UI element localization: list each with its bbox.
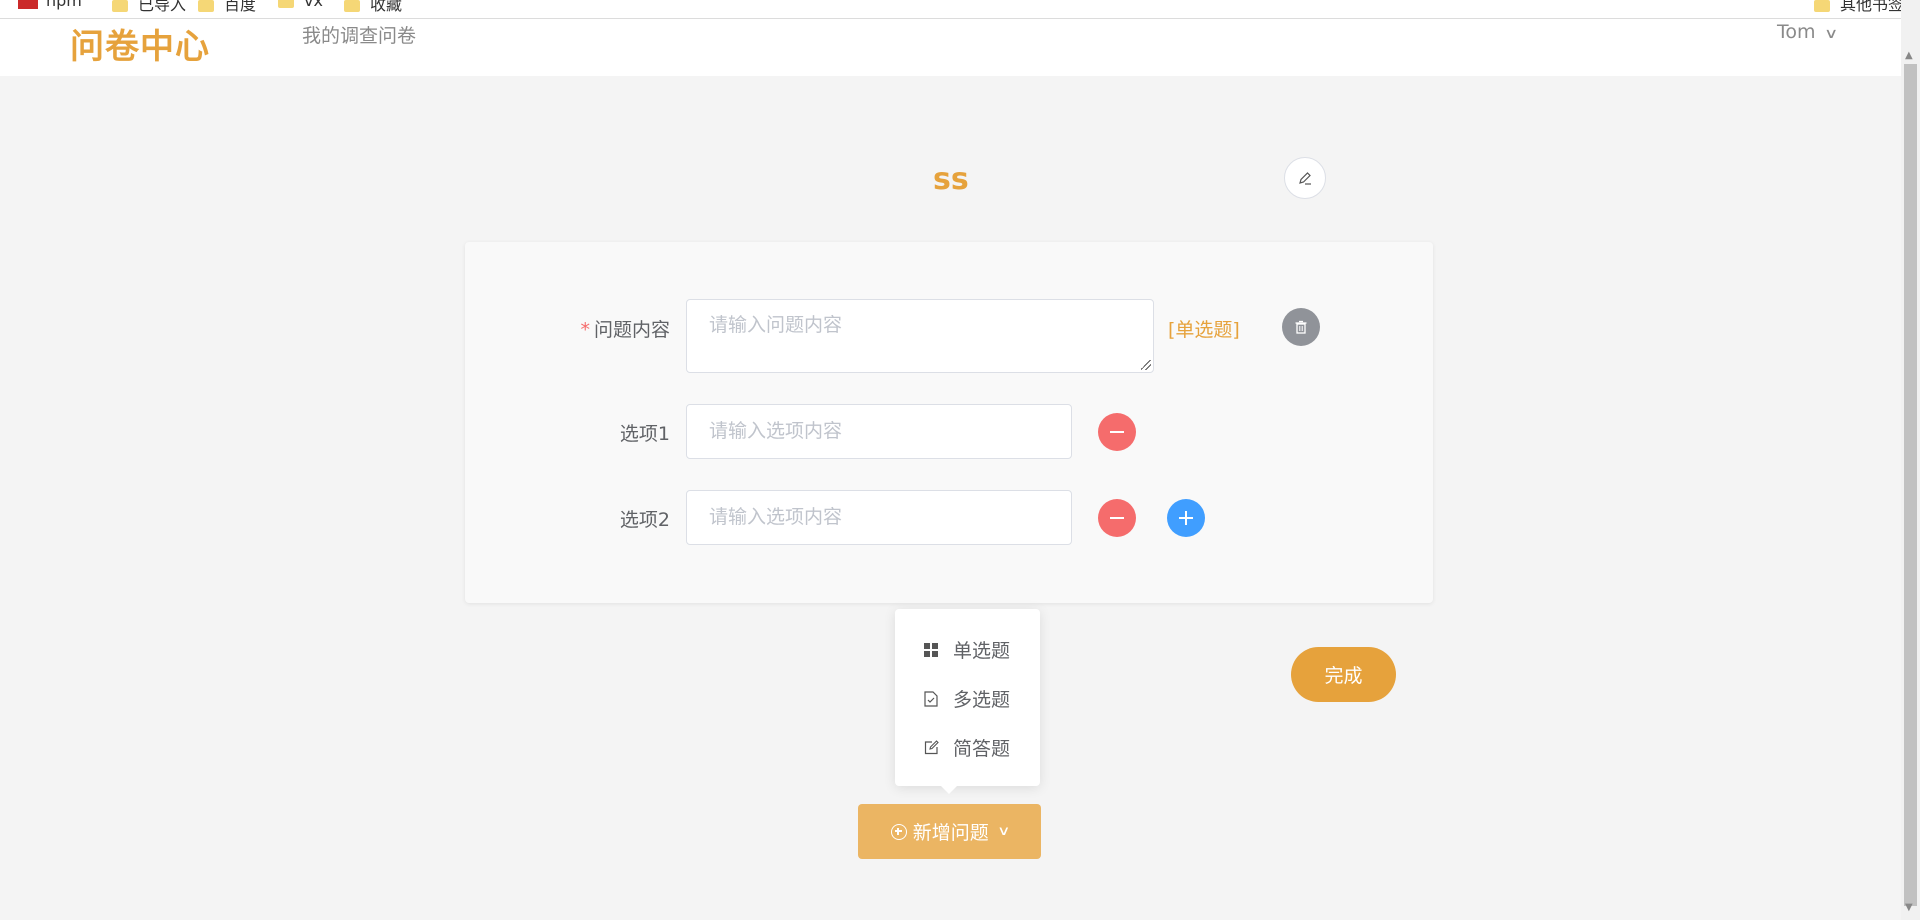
folder-icon <box>198 0 214 12</box>
nav-my-surveys[interactable]: 我的调查问卷 <box>302 21 416 48</box>
menu-item-short-answer[interactable]: 简答题 <box>923 734 1010 761</box>
bookmarks-bar: npm 已导入 百度 vx 收藏 其他书签 <box>0 0 1901 19</box>
scroll-down-arrow-icon[interactable]: ▼ <box>1905 902 1913 913</box>
required-mark: * <box>580 319 590 341</box>
folder-icon <box>112 0 128 12</box>
add-question-button[interactable]: 新增问题 ∨ <box>858 804 1041 859</box>
add-question-dropdown: 单选题 多选题 简答题 <box>895 609 1040 794</box>
trash-icon <box>1295 320 1307 334</box>
remove-option-1-button[interactable] <box>1098 413 1136 451</box>
edit-icon <box>923 740 939 756</box>
grid-icon <box>923 642 939 658</box>
menu-item-multiple-choice[interactable]: 多选题 <box>923 685 1010 712</box>
pencil-icon <box>1299 172 1311 185</box>
folder-icon <box>344 0 360 12</box>
minus-icon <box>1110 431 1124 433</box>
bookmark-vx[interactable]: vx <box>278 0 323 10</box>
delete-question-button[interactable] <box>1282 308 1320 346</box>
chevron-down-icon: ∨ <box>1823 26 1838 42</box>
bookmark-favorites[interactable]: 收藏 <box>344 0 402 14</box>
resize-grip-icon[interactable] <box>1141 360 1151 370</box>
option-1-input[interactable]: 请输入选项内容 <box>686 404 1072 459</box>
option-1-label: 选项1 <box>619 423 670 445</box>
app-header: 问卷中心 我的调查问卷 Tom ∨ <box>0 19 1901 76</box>
done-button[interactable]: 完成 <box>1291 647 1396 702</box>
remove-option-2-button[interactable] <box>1098 499 1136 537</box>
add-option-button[interactable] <box>1167 499 1205 537</box>
scroll-up-arrow-icon[interactable]: ▲ <box>1905 50 1913 61</box>
option-2-label: 选项2 <box>619 509 670 531</box>
question-content-label: * 问题内容 <box>580 319 670 341</box>
option-2-input[interactable]: 请输入选项内容 <box>686 490 1072 545</box>
edit-title-button[interactable] <box>1284 157 1326 199</box>
bookmark-other[interactable]: 其他书签 <box>1814 0 1901 14</box>
scroll-thumb[interactable] <box>1904 64 1917 906</box>
npm-icon <box>18 0 38 9</box>
folder-icon <box>1814 0 1830 12</box>
folder-icon <box>278 0 294 8</box>
bookmark-baidu[interactable]: 百度 <box>198 0 256 14</box>
plus-circle-icon <box>890 823 907 840</box>
question-content-textarea[interactable]: 请输入问题内容 <box>686 299 1154 373</box>
bookmark-npm[interactable]: npm <box>18 0 82 10</box>
user-menu[interactable]: Tom ∨ <box>1777 21 1838 43</box>
menu-item-single-choice[interactable]: 单选题 <box>923 636 1010 663</box>
plus-icon <box>1179 511 1193 525</box>
app-logo[interactable]: 问卷中心 <box>70 19 210 68</box>
user-name: Tom <box>1777 21 1816 43</box>
question-type-tag: [单选题] <box>1168 319 1240 341</box>
checked-document-icon <box>923 690 939 707</box>
survey-title: ss <box>933 162 969 197</box>
chevron-down-icon: ∨ <box>996 824 1011 839</box>
page-scrollbar[interactable]: ▲ ▼ <box>1901 0 1920 920</box>
minus-icon <box>1110 517 1124 519</box>
bookmark-imported[interactable]: 已导入 <box>112 0 186 14</box>
